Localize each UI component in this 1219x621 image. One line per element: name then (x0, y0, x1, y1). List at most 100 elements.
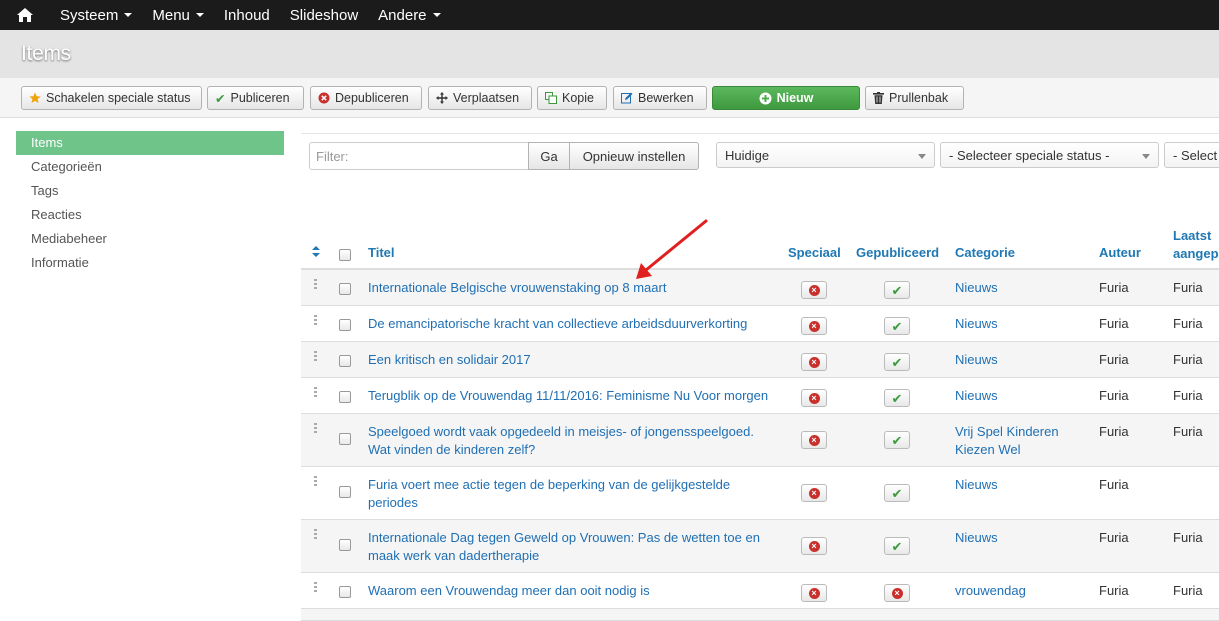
new-button[interactable]: Nieuw (712, 86, 860, 110)
edit-button[interactable]: Bewerken (613, 86, 707, 110)
drag-handle-icon[interactable] (314, 529, 317, 541)
toggle-featured-button[interactable]: × (801, 281, 827, 299)
drag-handle-icon[interactable] (314, 279, 317, 291)
toggle-featured-button[interactable]: × (801, 389, 827, 407)
toggle-featured-button[interactable]: × (801, 537, 827, 555)
extra-select-value: - Select (1173, 147, 1218, 163)
column-laatst-aangepast[interactable]: Laatst aangepast (1173, 227, 1219, 263)
nav-slideshow[interactable]: Slideshow (280, 0, 368, 30)
nav-systeem[interactable]: Systeem (50, 0, 142, 30)
row-checkbox[interactable] (339, 539, 351, 551)
item-title-link[interactable]: Speelgoed wordt vaak opgedeeld in meisje… (368, 423, 778, 459)
item-title-link[interactable]: Terugblik op de Vrouwendag 11/11/2016: F… (368, 387, 778, 405)
copy-button[interactable]: Kopie (537, 86, 607, 110)
drag-handle-icon[interactable] (314, 476, 317, 488)
toggle-publish-button[interactable]: ✔ (884, 317, 910, 335)
sidebar-item-tags[interactable]: Tags (16, 179, 284, 203)
state-select-value: Huidige (725, 147, 770, 163)
toggle-publish-button[interactable]: ✔ (884, 537, 910, 555)
author-name: Furia (1099, 352, 1129, 367)
row-checkbox[interactable] (339, 391, 351, 403)
author-name: Furia (1099, 477, 1129, 492)
feature-label: Schakelen speciale status (46, 91, 191, 105)
category-link[interactable]: Nieuws (955, 387, 1085, 405)
go-button[interactable]: Ga (528, 142, 570, 170)
toggle-publish-button[interactable]: × (884, 584, 910, 602)
column-gepubliceerd[interactable]: Gepubliceerd (856, 245, 939, 260)
title-bar: Items (0, 30, 1219, 78)
copy-label: Kopie (562, 91, 594, 105)
drag-handle-icon[interactable] (314, 387, 317, 399)
nav-menu[interactable]: Menu (142, 0, 214, 30)
toggle-featured-button[interactable]: × (801, 584, 827, 602)
sidebar-item-mediabeheer[interactable]: Mediabeheer (16, 227, 284, 251)
sort-icon[interactable] (312, 246, 320, 257)
category-link[interactable]: Nieuws (955, 476, 1085, 494)
row-checkbox[interactable] (339, 283, 351, 295)
column-title[interactable]: Titel (368, 245, 395, 260)
column-categorie[interactable]: Categorie (955, 245, 1015, 260)
column-auteur[interactable]: Auteur (1099, 245, 1141, 260)
unpublish-button[interactable]: Depubliceren (310, 86, 422, 110)
toggle-featured-button[interactable]: × (801, 431, 827, 449)
sidebar-item-informatie[interactable]: Informatie (16, 251, 284, 275)
nav-inhoud[interactable]: Inhoud (214, 0, 280, 30)
publish-button[interactable]: ✔ Publiceren (207, 86, 304, 110)
search-input[interactable] (309, 142, 529, 170)
trash-button[interactable]: Prullenbak (865, 86, 964, 110)
category-link[interactable]: Nieuws (955, 351, 1085, 369)
toggle-publish-button[interactable]: ✔ (884, 353, 910, 371)
modified-by: Furia (1173, 530, 1203, 545)
toggle-publish-button[interactable]: ✔ (884, 389, 910, 407)
row-checkbox[interactable] (339, 319, 351, 331)
row-checkbox[interactable] (339, 586, 351, 598)
row-checkbox[interactable] (339, 355, 351, 367)
item-title-link[interactable]: Internationale Dag tegen Geweld op Vrouw… (368, 529, 778, 565)
state-select[interactable]: Huidige (716, 142, 935, 168)
toggle-featured-button[interactable]: × (801, 353, 827, 371)
toggle-publish-button[interactable]: ✔ (884, 281, 910, 299)
item-title-link[interactable]: Furia voert mee actie tegen de beperking… (368, 476, 778, 512)
sidebar-item-categorieen[interactable]: Categorieën (16, 155, 284, 179)
sidebar-item-items[interactable]: Items (16, 131, 284, 155)
author-name: Furia (1099, 424, 1129, 439)
home-link[interactable] (0, 0, 50, 30)
page-title: Items (21, 42, 71, 65)
author-name: Furia (1099, 388, 1129, 403)
move-button[interactable]: Verplaatsen (428, 86, 532, 110)
extra-select[interactable]: - Select (1164, 142, 1219, 168)
item-title: Furia voert mee actie tegen de beperking… (368, 477, 731, 492)
unfeatured-icon: × (808, 356, 820, 368)
row-checkbox[interactable] (339, 486, 351, 498)
row-checkbox[interactable] (339, 433, 351, 445)
drag-handle-icon[interactable] (314, 423, 317, 435)
drag-handle-icon[interactable] (314, 351, 317, 363)
item-title-link[interactable]: Een kritisch en solidair 2017 (368, 351, 778, 369)
modified-by: Furia (1173, 280, 1203, 295)
toggle-featured-button[interactable]: × (801, 484, 827, 502)
category-link[interactable]: Nieuws (955, 529, 1085, 547)
unpublished-icon: × (891, 587, 903, 599)
item-title-link[interactable]: De emancipatorische kracht van collectie… (368, 315, 778, 333)
drag-handle-icon[interactable] (314, 315, 317, 327)
category-link[interactable]: Nieuws (955, 279, 1085, 297)
toggle-publish-button[interactable]: ✔ (884, 484, 910, 502)
toggle-publish-button[interactable]: ✔ (884, 431, 910, 449)
item-title: Een kritisch en solidair 2017 (368, 352, 531, 367)
select-all-checkbox[interactable] (339, 249, 351, 261)
item-title-link[interactable]: Waarom een Vrouwendag meer dan ooit nodi… (368, 582, 778, 600)
sidebar-item-reacties[interactable]: Reacties (16, 203, 284, 227)
category-link[interactable]: vrouwendag (955, 582, 1085, 600)
nav-andere[interactable]: Andere (368, 0, 450, 30)
column-speciaal[interactable]: Speciaal (788, 245, 841, 260)
feature-button[interactable]: Schakelen speciale status (21, 86, 202, 110)
toggle-featured-button[interactable]: × (801, 317, 827, 335)
drag-handle-icon[interactable] (314, 582, 317, 594)
caret-down-icon (195, 13, 204, 17)
featured-select[interactable]: - Selecteer speciale status - (940, 142, 1159, 168)
reset-button[interactable]: Opnieuw instellen (569, 142, 699, 170)
category-link[interactable]: Nieuws (955, 315, 1085, 333)
category-link[interactable]: Vrij Spel Kinderen Kiezen Wel (955, 423, 1085, 459)
unfeatured-icon: × (808, 540, 820, 552)
item-title-link[interactable]: Internationale Belgische vrouwenstaking … (368, 279, 778, 297)
